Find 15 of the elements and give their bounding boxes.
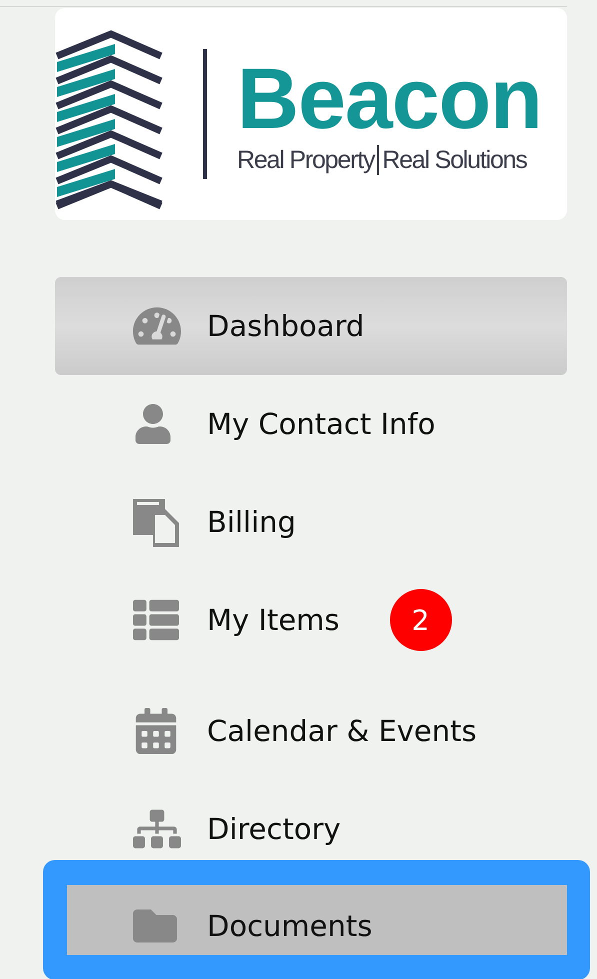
nav-item[interactable]: Dashboard — [55, 277, 567, 375]
tagline: Real Property — [237, 146, 374, 174]
nav-item[interactable]: Calendar & Events — [55, 682, 567, 780]
count-badge: 2 — [390, 589, 452, 651]
user-icon — [133, 404, 173, 444]
nav-item[interactable]: My Items 2 — [55, 571, 567, 669]
tagline: Real Solutions — [382, 146, 527, 174]
nav-item[interactable]: My Contact Info — [55, 375, 567, 473]
nav-item[interactable]: Documents — [67, 885, 567, 955]
list-icon — [133, 597, 179, 643]
calendar-icon — [133, 708, 179, 754]
nav-item[interactable]: Billing — [55, 473, 567, 571]
brand-name: Beacon — [237, 53, 542, 145]
documents-icon — [133, 497, 181, 547]
nav-item[interactable]: Directory — [55, 780, 567, 860]
